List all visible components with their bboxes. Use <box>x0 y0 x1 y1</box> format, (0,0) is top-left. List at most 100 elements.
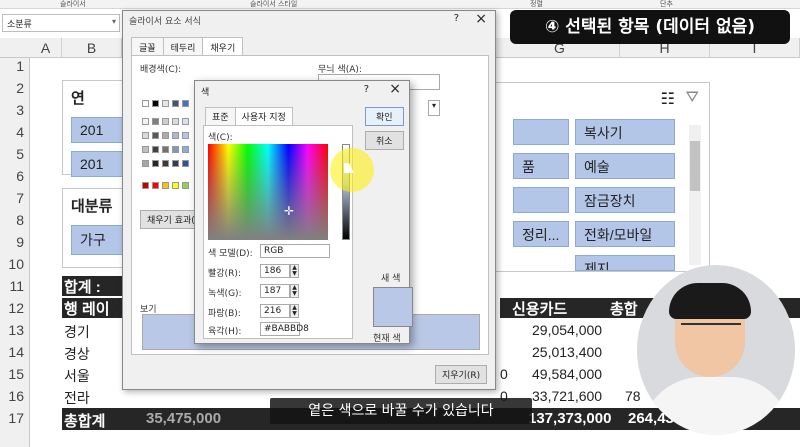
pivot-row-region: 전라 <box>64 390 90 406</box>
color-swatch[interactable] <box>172 132 179 139</box>
color-swatch[interactable] <box>172 146 179 153</box>
pivot-total-left: 35,475,000 <box>146 410 222 427</box>
color-swatch[interactable] <box>182 100 189 107</box>
ribbon-label: 슬라이서 <box>60 0 86 8</box>
pivot-total-value: 137,373,000 <box>528 410 612 427</box>
row-header[interactable]: 10 <box>0 256 28 272</box>
clear-filter-icon[interactable]: ⛛ <box>686 87 699 107</box>
row-header[interactable]: 8 <box>0 212 28 228</box>
row-header[interactable]: 12 <box>0 300 28 316</box>
color-swatch[interactable] <box>172 118 179 125</box>
slicer-item[interactable]: 잠금장치 <box>575 187 675 213</box>
slicer-year: 연 201 201 <box>62 80 131 177</box>
color-swatch[interactable] <box>182 182 189 189</box>
color-swatch[interactable] <box>162 160 169 167</box>
pivot-summary-label: 합계 : <box>62 276 122 296</box>
close-icon[interactable]: × <box>389 81 401 97</box>
color-swatch[interactable] <box>142 160 149 167</box>
slicer-item[interactable]: 전화/모바일 <box>575 221 675 247</box>
row-header[interactable]: 1 <box>0 58 28 74</box>
presenter-glasses <box>681 323 741 337</box>
chevron-down-icon[interactable]: ▾ <box>428 100 440 116</box>
color-swatch[interactable] <box>182 132 189 139</box>
blue-input[interactable]: 216 <box>260 304 290 318</box>
color-swatch[interactable] <box>162 146 169 153</box>
row-header[interactable]: 5 <box>0 146 28 162</box>
color-swatch[interactable] <box>162 132 169 139</box>
pivot-col-header: 총합 <box>610 301 638 318</box>
green-spinner[interactable]: ▲ ▼ <box>290 284 299 298</box>
slicer-item[interactable]: 복사기 <box>575 119 675 145</box>
color-swatch[interactable] <box>152 100 159 107</box>
help-icon[interactable]: ? <box>364 84 369 95</box>
clear-button[interactable]: 지우기(R) <box>435 365 488 384</box>
row-header[interactable]: 17 <box>0 410 28 426</box>
row-header[interactable]: 7 <box>0 190 28 206</box>
color-swatch[interactable] <box>142 146 149 153</box>
row-header[interactable]: 3 <box>0 102 28 118</box>
color-swatch[interactable] <box>182 160 189 167</box>
slicer-item[interactable]: 정리... <box>513 221 569 247</box>
color-swatch[interactable] <box>152 118 159 125</box>
hex-input[interactable]: #BABBD8 <box>260 322 309 336</box>
row-header[interactable]: 15 <box>0 366 28 382</box>
color-model-label: 색 모델(D): <box>208 249 253 259</box>
color-swatch[interactable] <box>162 100 169 107</box>
name-box[interactable]: 소분류 ▾ <box>2 14 120 32</box>
slicer-item[interactable]: 예술 <box>575 153 675 179</box>
blue-label: 파랑(B): <box>208 309 241 319</box>
column-header[interactable]: B <box>62 38 122 58</box>
color-model-select[interactable]: RGB <box>260 244 330 258</box>
mouse-cursor-icon <box>344 163 354 173</box>
slicer-subcategory: ☷ ⛛ 품 정리... 복사기 예술 잠금장치 전화/모바일 제지 <box>490 82 710 272</box>
ribbon-label: 슬라이서 스타일 <box>250 0 298 8</box>
row-header[interactable]: 9 <box>0 234 28 250</box>
tab-standard[interactable]: 표준 <box>205 107 236 126</box>
color-swatch[interactable] <box>152 146 159 153</box>
slicer-scrollbar[interactable] <box>689 125 701 265</box>
multi-select-icon[interactable]: ☷ <box>661 89 675 108</box>
slicer-item[interactable]: 품 <box>513 153 569 179</box>
column-header[interactable]: A <box>30 38 62 58</box>
scroll-thumb[interactable] <box>690 141 700 191</box>
color-swatch[interactable] <box>152 132 159 139</box>
chevron-down-icon[interactable]: ▾ <box>112 17 116 26</box>
color-swatch[interactable] <box>142 118 149 125</box>
row-headers: 1 2 3 4 5 6 7 8 9 10 11 12 13 14 15 16 1… <box>0 58 30 447</box>
color-swatch[interactable] <box>162 118 169 125</box>
tab-custom[interactable]: 사용자 지정 <box>234 107 293 126</box>
green-input[interactable]: 187 <box>260 284 290 298</box>
color-swatch[interactable] <box>152 160 159 167</box>
red-spinner[interactable]: ▲ ▼ <box>290 264 299 278</box>
row-header[interactable]: 16 <box>0 388 28 404</box>
color-swatch[interactable] <box>182 118 189 125</box>
color-swatch[interactable] <box>172 100 179 107</box>
ribbon-label: 단추 <box>660 0 673 8</box>
cancel-button[interactable]: 취소 <box>365 131 404 150</box>
close-icon[interactable]: × <box>475 11 487 27</box>
blue-spinner[interactable]: ▲ ▼ <box>290 304 299 318</box>
row-header[interactable]: 2 <box>0 80 28 96</box>
row-header[interactable]: 4 <box>0 124 28 140</box>
color-swatch[interactable] <box>142 132 149 139</box>
color-swatch[interactable] <box>142 100 149 107</box>
ok-button[interactable]: 확인 <box>365 107 404 126</box>
slicer-item[interactable]: 제지 <box>575 255 675 271</box>
row-header[interactable]: 11 <box>0 278 28 294</box>
slicer-item[interactable] <box>513 187 569 213</box>
row-header[interactable]: 6 <box>0 168 28 184</box>
color-swatch[interactable] <box>172 160 179 167</box>
red-input[interactable]: 186 <box>260 264 290 278</box>
row-header[interactable]: 13 <box>0 322 28 338</box>
green-label: 녹색(G): <box>208 289 242 299</box>
color-swatch[interactable] <box>152 182 159 189</box>
row-header[interactable]: 14 <box>0 344 28 360</box>
color-swatch[interactable] <box>162 182 169 189</box>
help-icon[interactable]: ? <box>454 13 459 24</box>
color-swatch[interactable] <box>142 182 149 189</box>
pivot-row-region: 경상 <box>64 346 90 362</box>
color-spectrum[interactable]: ✛ <box>208 144 328 240</box>
color-swatch[interactable] <box>182 146 189 153</box>
slicer-item[interactable] <box>513 119 569 145</box>
color-swatch[interactable] <box>172 182 179 189</box>
